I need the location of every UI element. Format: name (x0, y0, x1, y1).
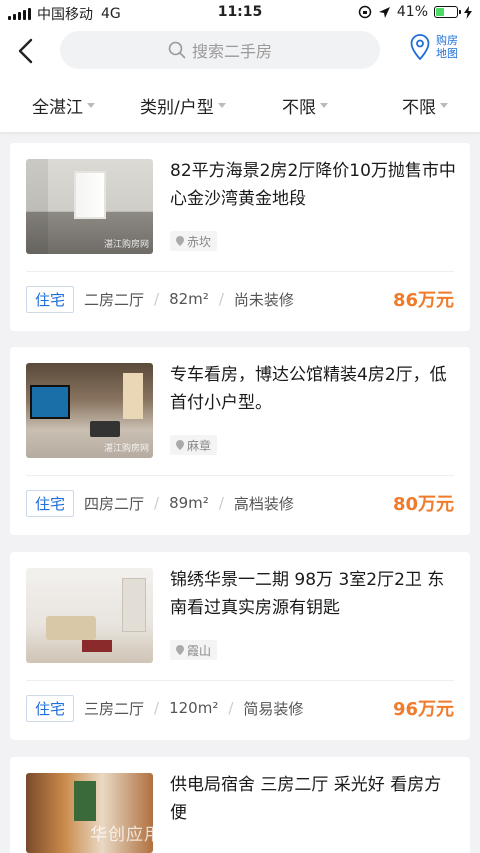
separator: / (218, 290, 224, 308)
search-placeholder: 搜索二手房 (191, 42, 272, 61)
property-type-tag: 住宅 (26, 489, 75, 517)
map-label-line2: 地图 (436, 47, 458, 60)
map-label-line1: 购房 (436, 34, 458, 47)
location-arrow-icon (378, 6, 390, 18)
separator: / (154, 290, 160, 308)
decoration-text: 简易装修 (243, 699, 304, 718)
back-arrow-icon[interactable] (14, 38, 38, 64)
search-icon (168, 41, 186, 59)
filter-more-label: 不限 (402, 98, 436, 118)
filter-region[interactable]: 全湛江 (32, 93, 95, 118)
photo-watermark: 湛江购房网 (103, 240, 149, 250)
listing-meta: 住宅 二房二厅 / 82m² / 尚未装修 (26, 284, 294, 314)
listing-title: 82平方海景2房2厅降价10万抛售市中心金沙湾黄金地段 (170, 161, 456, 209)
area-text: 82m² (169, 290, 209, 308)
separator: / (154, 699, 160, 717)
location-pin-icon (176, 645, 184, 655)
layout-text: 三房二厅 (84, 699, 145, 718)
listing-photo: 湛江购房网 (26, 363, 153, 458)
property-type-tag: 住宅 (26, 694, 75, 722)
location-text: 霞山 (187, 643, 212, 658)
divider (26, 680, 454, 681)
decoration-text: 尚未装修 (233, 290, 294, 309)
location-badge: 麻章 (170, 435, 218, 455)
listing-photo: 湛江购房网 (26, 159, 153, 254)
separator: / (228, 699, 234, 717)
search-input[interactable]: 搜索二手房 (60, 31, 380, 69)
lock-rotation-icon (358, 5, 372, 19)
layout-text: 四房二厅 (84, 494, 145, 513)
battery-icon (434, 6, 461, 18)
layout-text: 二房二厅 (84, 290, 145, 309)
decoration-text: 高档装修 (233, 494, 294, 513)
location-pin-icon (176, 236, 184, 246)
filter-price-label: 不限 (282, 98, 316, 118)
separator: / (154, 494, 160, 512)
listing-card[interactable]: 锦绣华景一二期 98万 3室2厅2卫 东南看过真实房源有钥匙 霞山 住宅 三房二… (10, 552, 470, 740)
filter-price[interactable]: 不限 (282, 93, 328, 118)
area-text: 89m² (169, 494, 209, 512)
caret-down-icon (440, 103, 448, 108)
listing-title: 锦绣华景一二期 98万 3室2厅2卫 东南看过真实房源有钥匙 (170, 570, 445, 618)
charging-icon (464, 5, 472, 19)
listing-title: 供电局宿舍 三房二厅 采光好 看房方便 (170, 775, 442, 823)
separator: / (218, 494, 224, 512)
location-text: 麻章 (187, 438, 212, 453)
filter-bar: 全湛江 类别/户型 不限 不限 (0, 76, 480, 132)
watermark: 华创应用 • HUACHUANGZS.COM (90, 825, 380, 845)
location-badge: 赤坎 (170, 231, 218, 251)
location-text: 赤坎 (187, 234, 212, 249)
location-badge: 霞山 (170, 640, 218, 660)
listing-meta: 住宅 三房二厅 / 120m² / 简易装修 (26, 693, 303, 723)
divider (26, 475, 454, 476)
filter-region-label: 全湛江 (32, 98, 83, 118)
caret-down-icon (217, 103, 226, 108)
photo-watermark: 湛江购房网 (103, 444, 149, 454)
listing-price: 80万元 (392, 494, 454, 515)
caret-down-icon (87, 103, 95, 108)
house-map-button[interactable]: 购房 地图 (410, 34, 460, 60)
battery-percent: 41% (396, 4, 428, 20)
listing-price: 86万元 (392, 290, 454, 311)
listing-title: 专车看房，博达公馆精装4房2厅，低首付小户型。 (170, 365, 447, 413)
divider (26, 271, 454, 272)
property-type-tag: 住宅 (26, 285, 75, 313)
area-text: 120m² (169, 699, 219, 717)
map-pin-icon (410, 34, 430, 60)
listing-card[interactable]: 湛江购房网 82平方海景2房2厅降价10万抛售市中心金沙湾黄金地段 赤坎 住宅 … (10, 143, 470, 331)
location-pin-icon (176, 440, 184, 450)
status-bar: 中国移动 4G 11:15 41% (0, 0, 480, 26)
listing-price: 96万元 (392, 699, 454, 720)
filter-type[interactable]: 类别/户型 (140, 93, 226, 118)
listing-meta: 住宅 四房二厅 / 89m² / 高档装修 (26, 488, 294, 518)
listing-photo (26, 568, 153, 663)
top-nav: 搜索二手房 购房 地图 (0, 26, 480, 76)
listing-card[interactable]: 湛江购房网 专车看房，博达公馆精装4房2厅，低首付小户型。 麻章 住宅 四房二厅… (10, 347, 470, 535)
caret-down-icon (320, 103, 328, 108)
filter-type-label: 类别/户型 (140, 98, 214, 118)
filter-more[interactable]: 不限 (402, 93, 448, 118)
